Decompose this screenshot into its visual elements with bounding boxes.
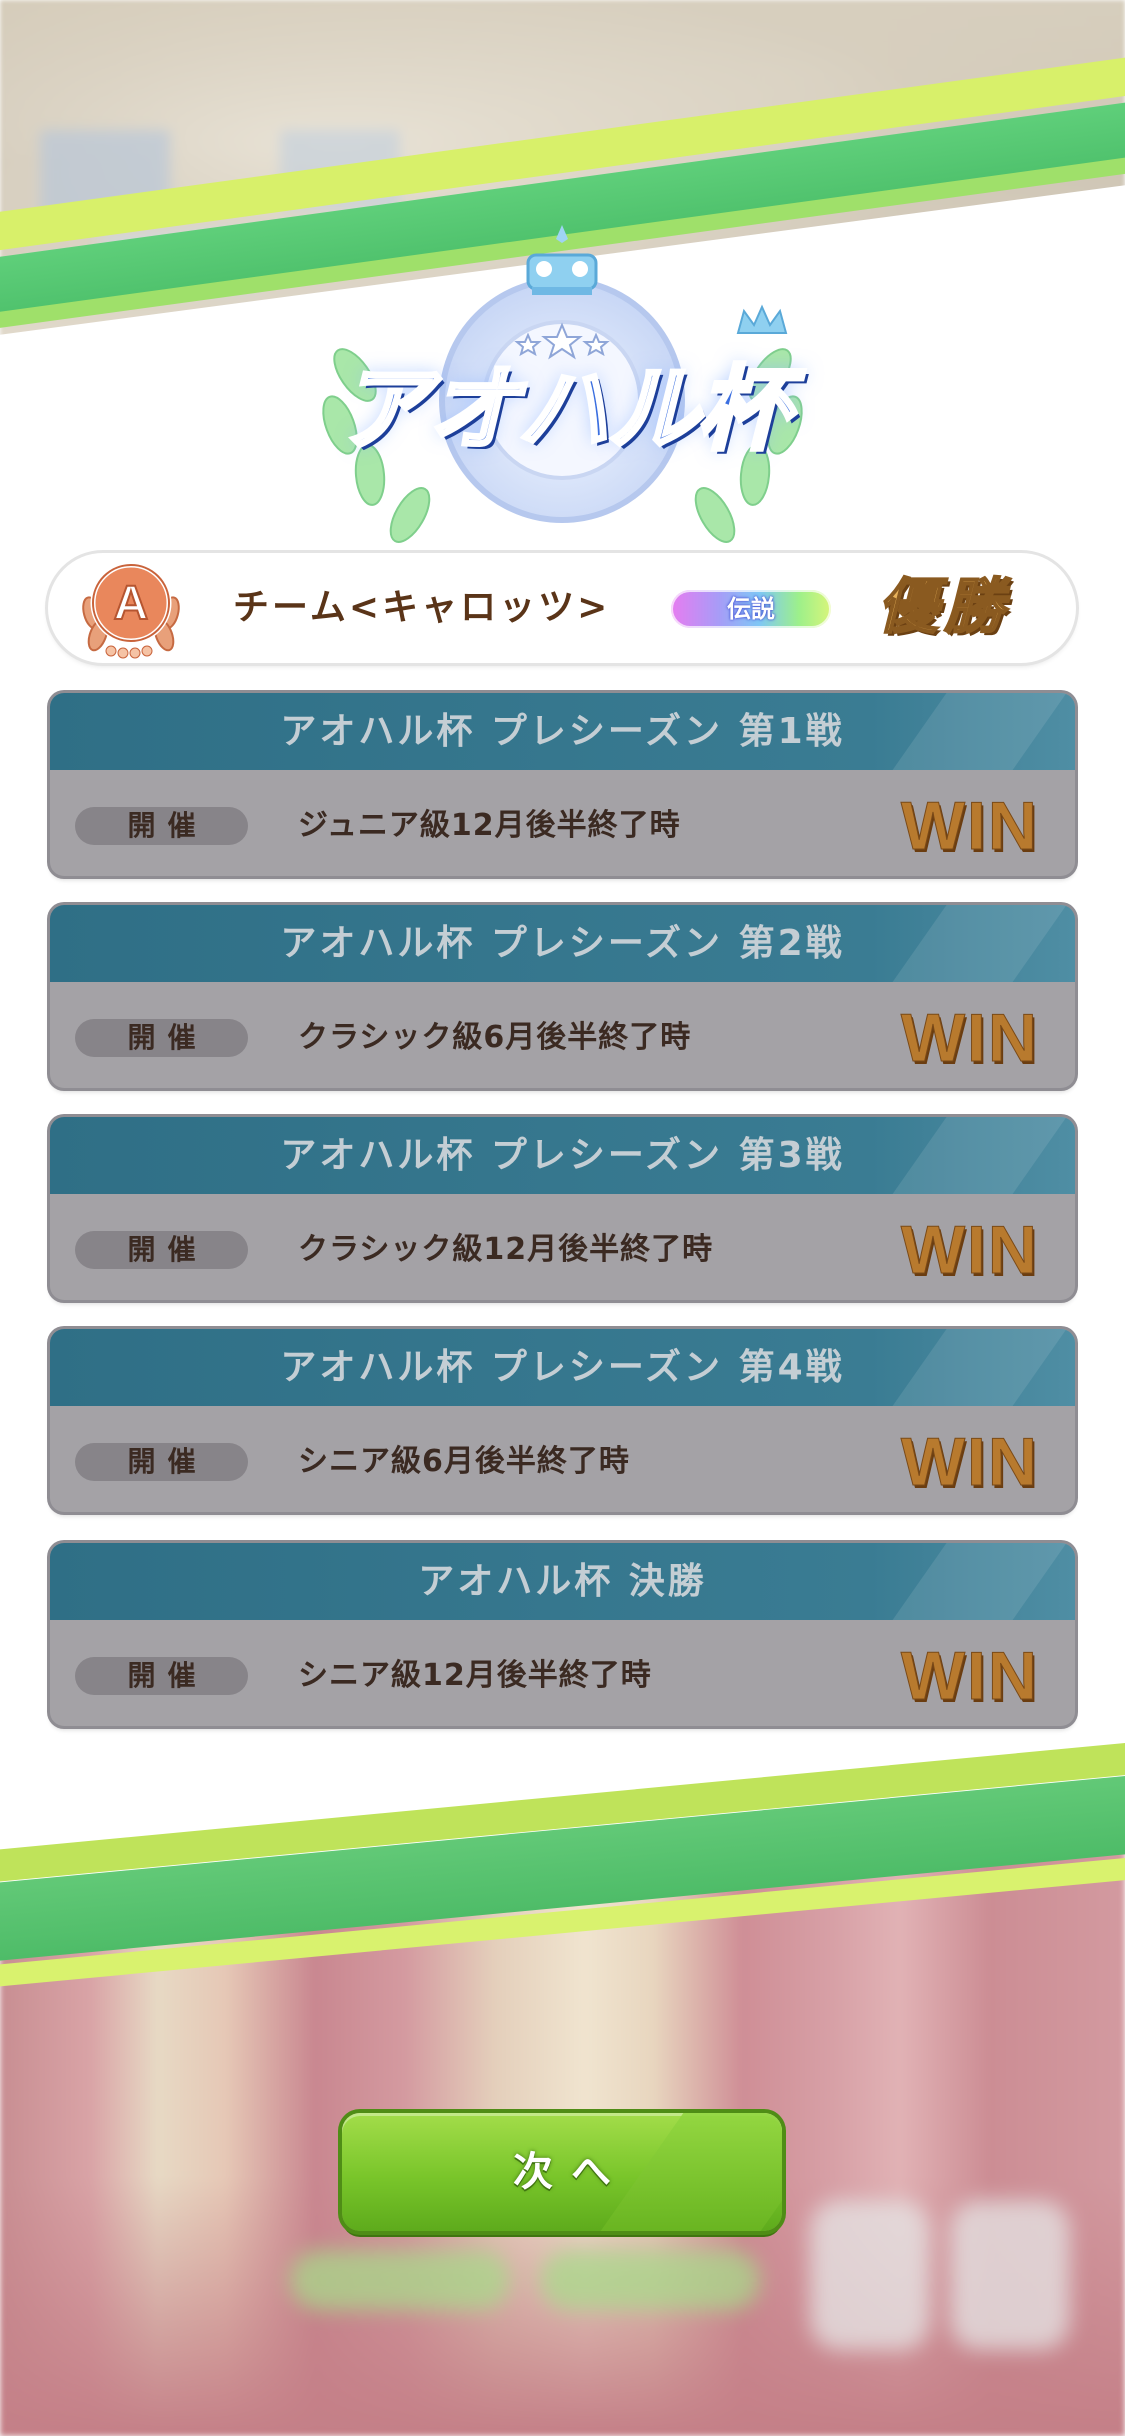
next-button[interactable]: 次へ xyxy=(342,2113,782,2231)
cup-logo: アオハル杯 xyxy=(300,225,825,565)
held-label: 開催 xyxy=(75,807,248,845)
race-title: アオハル杯 決勝 xyxy=(418,1561,707,1602)
background-blur-shape xyxy=(290,2250,510,2310)
race-result-win: WIN xyxy=(900,1424,1039,1501)
next-button-label: 次へ xyxy=(513,2149,629,2195)
race-title: アオハル杯 プレシーズン 第1戦 xyxy=(280,711,845,752)
team-name: チーム<キャロッツ> xyxy=(233,587,611,628)
race-timing: ジュニア級12月後半終了時 xyxy=(298,808,681,843)
held-label: 開催 xyxy=(75,1657,248,1695)
rank-letter: A xyxy=(114,577,149,630)
race-header: アオハル杯 プレシーズン 第2戦 xyxy=(50,905,1075,982)
victory-label: 優勝 xyxy=(877,571,1010,643)
tier-badge: 伝説 xyxy=(671,590,831,628)
cup-title: アオハル杯 xyxy=(335,354,791,465)
race-result-win: WIN xyxy=(900,1638,1039,1715)
race-result-win: WIN xyxy=(900,788,1039,865)
background-blur-shape xyxy=(540,2250,760,2310)
race-header: アオハル杯 決勝 xyxy=(50,1543,1075,1620)
race-timing: シニア級6月後半終了時 xyxy=(298,1444,630,1479)
race-timing: クラシック級6月後半終了時 xyxy=(298,1020,692,1055)
background-blur-shape xyxy=(950,2200,1070,2350)
rank-medal-icon: A xyxy=(82,562,180,659)
race-header: アオハル杯 プレシーズン 第1戦 xyxy=(50,693,1075,770)
race-result-win: WIN xyxy=(900,1212,1039,1289)
race-title: アオハル杯 プレシーズン 第4戦 xyxy=(280,1347,845,1388)
team-summary-bar: A チーム<キャロッツ> 伝説 優勝 xyxy=(48,553,1076,663)
race-result-win: WIN xyxy=(900,1000,1039,1077)
race-timing: クラシック級12月後半終了時 xyxy=(298,1232,714,1267)
held-label: 開催 xyxy=(75,1231,248,1269)
held-label: 開催 xyxy=(75,1443,248,1481)
race-title: アオハル杯 プレシーズン 第3戦 xyxy=(280,1135,845,1176)
held-label: 開催 xyxy=(75,1019,248,1057)
background-blur-shape xyxy=(810,2200,930,2350)
team-rank-badge: A xyxy=(76,553,186,663)
race-header: アオハル杯 プレシーズン 第4戦 xyxy=(50,1329,1075,1406)
result-screen: アオハル杯 A チーム<キャロッツ> 伝説 優勝 アオハル杯 プレシーズン 第1… xyxy=(0,0,1125,2436)
race-result-card: アオハル杯 プレシーズン 第1戦 開催 ジュニア級12月後半終了時 WIN xyxy=(50,693,1075,876)
race-title: アオハル杯 プレシーズン 第2戦 xyxy=(280,923,845,964)
race-result-card: アオハル杯 プレシーズン 第2戦 開催 クラシック級6月後半終了時 WIN xyxy=(50,905,1075,1088)
race-result-card: アオハル杯 プレシーズン 第4戦 開催 シニア級6月後半終了時 WIN xyxy=(50,1329,1075,1512)
race-timing: シニア級12月後半終了時 xyxy=(298,1658,652,1693)
race-result-card: アオハル杯 決勝 開催 シニア級12月後半終了時 WIN xyxy=(50,1543,1075,1726)
race-header: アオハル杯 プレシーズン 第3戦 xyxy=(50,1117,1075,1194)
race-result-card: アオハル杯 プレシーズン 第3戦 開催 クラシック級12月後半終了時 WIN xyxy=(50,1117,1075,1300)
